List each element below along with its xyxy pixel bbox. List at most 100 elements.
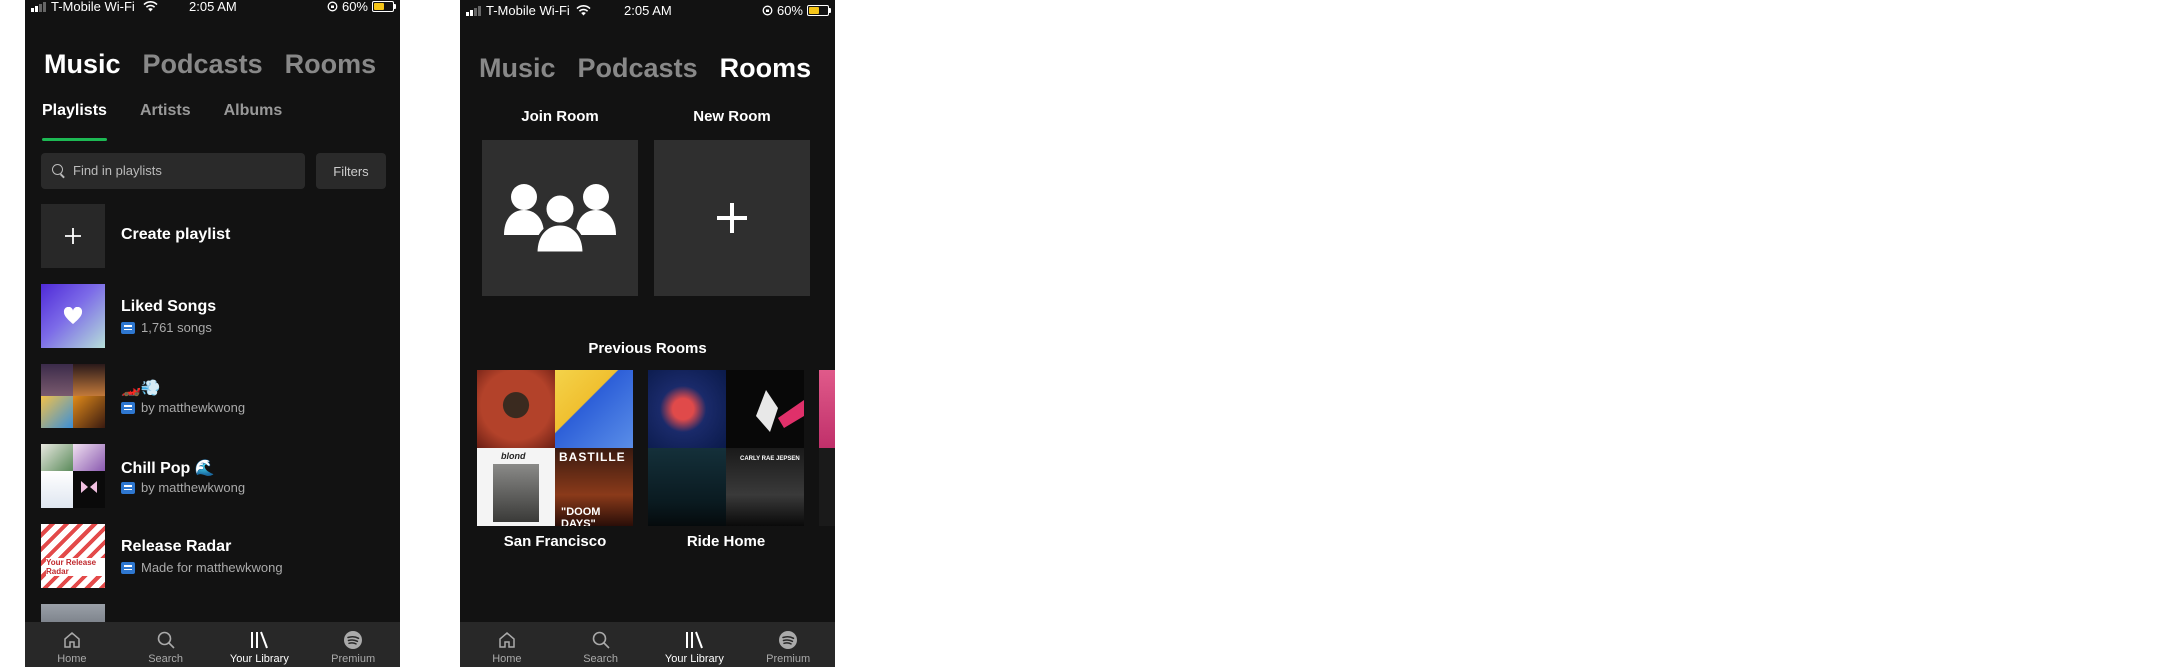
join-room-button[interactable] <box>482 140 638 296</box>
tab-playlists[interactable]: Playlists <box>42 102 107 141</box>
spotify-icon <box>779 631 798 649</box>
group-icon <box>504 184 616 253</box>
plus-icon <box>41 204 105 268</box>
tab-albums[interactable]: Albums <box>224 102 283 120</box>
nav-search[interactable]: Search <box>554 622 648 667</box>
room-cover: CARLY RAE JEPSEN <box>648 370 804 526</box>
playlist-subtitle: by matthewkwong <box>141 400 246 415</box>
playlist-title: Chill Pop 🌊 <box>121 460 215 477</box>
playlist-subtitle: 1,761 songs <box>141 320 212 335</box>
room-card-ride-home[interactable]: CARLY RAE JEPSEN Ride Home <box>648 370 804 550</box>
cover-art-text: BASTILLE <box>559 450 626 464</box>
cover-art-text: Your Release Radar <box>46 558 105 576</box>
library-icon <box>251 631 269 649</box>
carrier-label: T-Mobile Wi-Fi <box>486 3 570 18</box>
battery-fill <box>374 3 384 10</box>
tab-rooms[interactable]: Rooms <box>285 49 377 80</box>
playlist-title: Release Radar <box>121 538 232 555</box>
home-icon <box>499 632 515 648</box>
carrier-label: T-Mobile Wi-Fi <box>51 0 135 14</box>
playlist-subtitle: Made for matthewkwong <box>141 560 283 575</box>
downloaded-icon <box>121 321 135 334</box>
playlist-subtitle: by matthewkwong <box>141 480 246 495</box>
create-playlist-label: Create playlist <box>121 226 231 243</box>
bottom-nav: Home Search Your Library Premium <box>460 622 835 667</box>
search-placeholder: Find in playlists <box>73 163 162 178</box>
tab-music[interactable]: Music <box>44 49 121 80</box>
nav-search[interactable]: Search <box>119 622 213 667</box>
room-name: Ride Home <box>686 533 766 550</box>
nav-premium[interactable]: Premium <box>741 622 835 667</box>
plus-icon <box>717 203 747 233</box>
cover-art-text: "DOOM DAYS" <box>561 506 601 526</box>
downloaded-icon <box>121 481 135 494</box>
room-card[interactable] <box>819 370 835 526</box>
list-item[interactable]: 🏎️💨 by matthewkwong <box>41 364 386 428</box>
battery-fill <box>809 7 819 14</box>
library-icon <box>686 631 704 649</box>
status-bar: T-Mobile Wi-Fi 2:05 AM 60% <box>460 3 835 20</box>
wifi-icon <box>143 0 158 15</box>
orientation-lock-icon <box>327 1 338 12</box>
music-subtabs: Playlists Artists Albums <box>42 102 283 141</box>
previous-rooms-heading: Previous Rooms <box>588 340 707 357</box>
nav-label: Your Library <box>229 653 289 665</box>
library-tabs: Music Podcasts Rooms <box>479 53 811 84</box>
battery-icon <box>372 1 396 12</box>
nav-your-library[interactable]: Your Library <box>648 622 742 667</box>
battery-percent: 60% <box>341 0 368 14</box>
search-input[interactable]: Find in playlists <box>41 153 305 189</box>
nav-home[interactable]: Home <box>460 622 554 667</box>
clock: 2:05 AM <box>624 3 672 18</box>
nav-label: Premium <box>331 653 376 665</box>
nav-label: Search <box>583 653 619 665</box>
room-card-san-francisco[interactable]: blond BASTILLE "DOOM DAYS" San Francisco <box>477 370 633 550</box>
playlist-cover <box>41 364 105 428</box>
downloaded-icon <box>121 401 135 414</box>
wifi-icon <box>576 4 591 19</box>
battery-icon <box>807 5 831 16</box>
nav-premium[interactable]: Premium <box>306 622 400 667</box>
tab-podcasts[interactable]: Podcasts <box>143 49 263 80</box>
nav-label: Your Library <box>664 653 724 665</box>
nav-label: Search <box>148 653 184 665</box>
nav-label: Home <box>492 653 522 665</box>
downloaded-icon <box>121 561 135 574</box>
search-icon <box>52 164 63 175</box>
signal-icon <box>31 2 46 12</box>
status-bar: T-Mobile Wi-Fi 2:05 AM 60% <box>25 0 400 16</box>
playlist-title: Liked Songs <box>121 298 217 315</box>
room-cover <box>819 370 835 526</box>
search-icon <box>592 631 610 649</box>
create-playlist-item[interactable]: Create playlist <box>41 204 386 268</box>
list-item[interactable]: Your Release Radar Release Radar Made fo… <box>41 524 386 588</box>
tab-music[interactable]: Music <box>479 53 556 84</box>
list-item[interactable]: Liked Songs 1,761 songs <box>41 284 386 348</box>
tab-rooms[interactable]: Rooms <box>720 53 812 84</box>
nav-your-library[interactable]: Your Library <box>213 622 307 667</box>
library-screen-playlists: T-Mobile Wi-Fi 2:05 AM 60% Music Podcast… <box>25 0 400 667</box>
join-room-label: Join Room <box>521 108 599 125</box>
filters-button[interactable]: Filters <box>316 153 386 189</box>
room-name: San Francisco <box>503 533 607 550</box>
clock: 2:05 AM <box>189 0 237 14</box>
home-icon <box>64 632 80 648</box>
library-screen-rooms: T-Mobile Wi-Fi 2:05 AM 60% Music Podcast… <box>460 0 835 667</box>
cover-art-text: CARLY RAE JEPSEN <box>740 456 800 462</box>
new-room-label: New Room <box>693 108 771 125</box>
nav-label: Home <box>57 653 87 665</box>
heart-icon <box>41 284 105 348</box>
library-tabs: Music Podcasts Rooms <box>44 49 376 80</box>
playlist-title: 🏎️💨 <box>121 380 161 397</box>
playlist-cover <box>41 444 105 508</box>
signal-icon <box>466 6 481 16</box>
battery-percent: 60% <box>776 3 803 18</box>
nav-home[interactable]: Home <box>25 622 119 667</box>
tab-artists[interactable]: Artists <box>140 102 191 120</box>
tab-podcasts[interactable]: Podcasts <box>578 53 698 84</box>
new-room-button[interactable] <box>654 140 810 296</box>
playlist-cover: Your Release Radar <box>41 524 105 588</box>
list-item[interactable]: Chill Pop 🌊 by matthewkwong <box>41 444 386 508</box>
search-icon <box>157 631 175 649</box>
bottom-nav: Home Search Your Library Premium <box>25 622 400 667</box>
